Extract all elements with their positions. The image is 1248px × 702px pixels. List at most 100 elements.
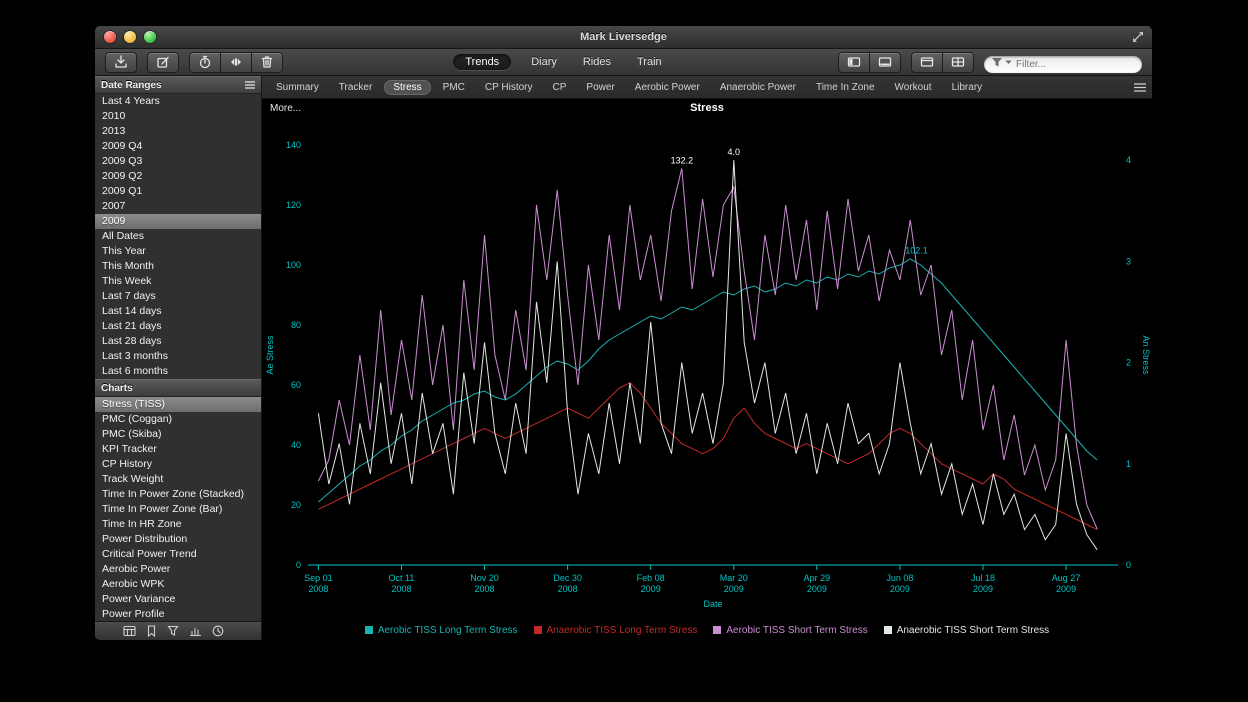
window-title: Mark Liversedge xyxy=(95,31,1152,43)
sidebar-item-chart-power-profile[interactable]: Power Profile xyxy=(95,607,261,621)
view-switcher: Trends Diary Rides Train xyxy=(453,54,667,70)
series-line-aerobic-tiss-long-term-stress xyxy=(318,259,1097,502)
close-window-button[interactable] xyxy=(104,31,116,43)
sidebar-item-daterange-last-28-days[interactable]: Last 28 days xyxy=(95,334,261,349)
sidebar-item-daterange-last-3-months[interactable]: Last 3 months xyxy=(95,349,261,364)
sidebar-item-chart-kpi-tracker[interactable]: KPI Tracker xyxy=(95,442,261,457)
x-tick-label: Jul 18 xyxy=(971,573,995,583)
toolbar: Trends Diary Rides Train xyxy=(95,49,1152,76)
sidebar-item-daterange-2010[interactable]: 2010 xyxy=(95,109,261,124)
chart-tabbar: Summary TrackerStress PMC CP History CPPower… xyxy=(262,76,1152,99)
view-tab-trends[interactable]: Trends xyxy=(453,54,511,70)
zoom-window-button[interactable] xyxy=(144,31,156,43)
sidebar-item-chart-cp-history[interactable]: CP History xyxy=(95,457,261,472)
tab-cp-history[interactable]: CP History xyxy=(477,80,541,95)
tabbed-view-button[interactable] xyxy=(911,52,943,73)
sidebar-item-daterange-2013[interactable]: 2013 xyxy=(95,124,261,139)
bookmark-icon[interactable] xyxy=(146,625,157,637)
sidebar-item-chart-pmc-skiba[interactable]: PMC (Skiba) xyxy=(95,427,261,442)
filter-icon[interactable] xyxy=(167,625,179,637)
stress-chart-svg: Sep 012008Oct 112008Nov 202008Dec 302008… xyxy=(262,119,1152,623)
sidebar-item-chart-aerobic-power[interactable]: Aerobic Power xyxy=(95,562,261,577)
sidebar-item-daterange-this-month[interactable]: This Month xyxy=(95,259,261,274)
sidebar-item-daterange-2009-q2[interactable]: 2009 Q2 xyxy=(95,169,261,184)
sidebar-item-chart-time-in-power-zone-bar[interactable]: Time In Power Zone (Bar) xyxy=(95,502,261,517)
sidebar-item-daterange-last-7-days[interactable]: Last 7 days xyxy=(95,289,261,304)
view-tab-rides[interactable]: Rides xyxy=(577,54,617,70)
sidebar-item-chart-pmc-coggan[interactable]: PMC (Coggan) xyxy=(95,412,261,427)
tiled-view-button[interactable] xyxy=(943,52,974,73)
delete-button[interactable] xyxy=(252,52,283,73)
tab-anaerobic-power[interactable]: Anaerobic Power xyxy=(712,80,804,95)
tabbar-menu-icon[interactable] xyxy=(1134,83,1146,92)
fullscreen-icon[interactable] xyxy=(1132,30,1144,48)
sidebar-item-chart-time-in-hr-zone[interactable]: Time In HR Zone xyxy=(95,517,261,532)
tab-time-in-zone[interactable]: Time In Zone xyxy=(808,80,883,95)
view-tab-diary[interactable]: Diary xyxy=(525,54,563,70)
sidebar-item-chart-stress-tiss[interactable]: Stress (TISS) xyxy=(95,397,261,412)
sidebar-item-daterange-2009-q4[interactable]: 2009 Q4 xyxy=(95,139,261,154)
tab-power[interactable]: Power xyxy=(578,80,622,95)
titlebar[interactable]: Mark Liversedge xyxy=(95,26,1152,49)
intervals-button[interactable] xyxy=(221,52,252,73)
sidebar-item-daterange-last-6-months[interactable]: Last 6 months xyxy=(95,364,261,379)
sidebar-item-chart-power-distribution[interactable]: Power Distribution xyxy=(95,532,261,547)
sidebar-item-daterange-all-dates[interactable]: All Dates xyxy=(95,229,261,244)
tab-workout[interactable]: Workout xyxy=(887,80,940,95)
date-ranges-menu-icon[interactable] xyxy=(245,81,255,89)
charts-header[interactable]: Charts xyxy=(95,379,261,397)
sidebar-item-daterange-2009-q3[interactable]: 2009 Q3 xyxy=(95,154,261,169)
legend-label: Aerobic TISS Long Term Stress xyxy=(378,625,518,636)
charts-header-label: Charts xyxy=(101,383,133,394)
y-left-tick-label: 100 xyxy=(286,260,301,270)
tab-cp[interactable]: CP xyxy=(545,80,575,95)
series-line-aerobic-tiss-short-term-stress xyxy=(318,168,1097,529)
y-right-axis-title: An Stress xyxy=(1141,335,1151,375)
sidebar-item-chart-power-variance[interactable]: Power Variance xyxy=(95,592,261,607)
filter-funnel-icon[interactable] xyxy=(991,57,1012,68)
tab-tracker[interactable]: Tracker xyxy=(331,80,381,95)
y-left-axis-title: Ae Stress xyxy=(265,335,275,375)
sidebar-item-daterange-2007[interactable]: 2007 xyxy=(95,199,261,214)
content-area: Date Ranges Last 4 Years201020132009 Q42… xyxy=(95,76,1152,640)
clock-icon[interactable] xyxy=(212,625,224,637)
sidebar-item-chart-aerobic-wpk[interactable]: Aerobic WPK xyxy=(95,577,261,592)
x-tick-label: 2009 xyxy=(807,584,827,594)
annotation-4-0: 4.0 xyxy=(728,147,741,157)
sidebar-item-chart-time-in-power-zone-stacked[interactable]: Time In Power Zone (Stacked) xyxy=(95,487,261,502)
x-tick-label: 2008 xyxy=(475,584,495,594)
x-tick-label: 2009 xyxy=(724,584,744,594)
annotation-102-1: 102.1 xyxy=(905,246,928,256)
sidebar-item-daterange-this-week[interactable]: This Week xyxy=(95,274,261,289)
tab-stress[interactable]: Stress xyxy=(384,80,430,95)
x-tick-label: Dec 30 xyxy=(553,573,582,583)
tab-pmc[interactable]: PMC xyxy=(435,80,473,95)
view-tab-train[interactable]: Train xyxy=(631,54,668,70)
calendar-icon[interactable] xyxy=(123,625,136,637)
y-left-tick-label: 120 xyxy=(286,200,301,210)
tab-summary[interactable]: Summary xyxy=(268,80,327,95)
edit-ride-button[interactable] xyxy=(147,52,179,73)
stopwatch-button[interactable] xyxy=(189,52,221,73)
y-left-tick-label: 140 xyxy=(286,140,301,150)
toggle-lowbar-button[interactable] xyxy=(870,52,901,73)
x-tick-label: Nov 20 xyxy=(470,573,499,583)
minimize-window-button[interactable] xyxy=(124,31,136,43)
x-tick-label: 2009 xyxy=(890,584,910,594)
tab-aerobic-power[interactable]: Aerobic Power xyxy=(627,80,708,95)
toggle-sidebar-button[interactable] xyxy=(838,52,870,73)
chart-icon[interactable] xyxy=(189,625,202,637)
sidebar-item-chart-critical-power-trend[interactable]: Critical Power Trend xyxy=(95,547,261,562)
chart-title: Stress xyxy=(262,102,1152,114)
sidebar-item-daterange-2009-q1[interactable]: 2009 Q1 xyxy=(95,184,261,199)
sidebar-item-chart-track-weight[interactable]: Track Weight xyxy=(95,472,261,487)
sidebar-item-daterange-last-14-days[interactable]: Last 14 days xyxy=(95,304,261,319)
tab-library[interactable]: Library xyxy=(944,80,991,95)
sidebar-item-daterange-2009[interactable]: 2009 xyxy=(95,214,261,229)
sidebar-item-daterange-this-year[interactable]: This Year xyxy=(95,244,261,259)
y-left-tick-label: 60 xyxy=(291,380,301,390)
save-button[interactable] xyxy=(105,52,137,73)
sidebar-item-daterange-last-4-years[interactable]: Last 4 Years xyxy=(95,94,261,109)
date-ranges-header[interactable]: Date Ranges xyxy=(95,76,261,94)
sidebar-item-daterange-last-21-days[interactable]: Last 21 days xyxy=(95,319,261,334)
